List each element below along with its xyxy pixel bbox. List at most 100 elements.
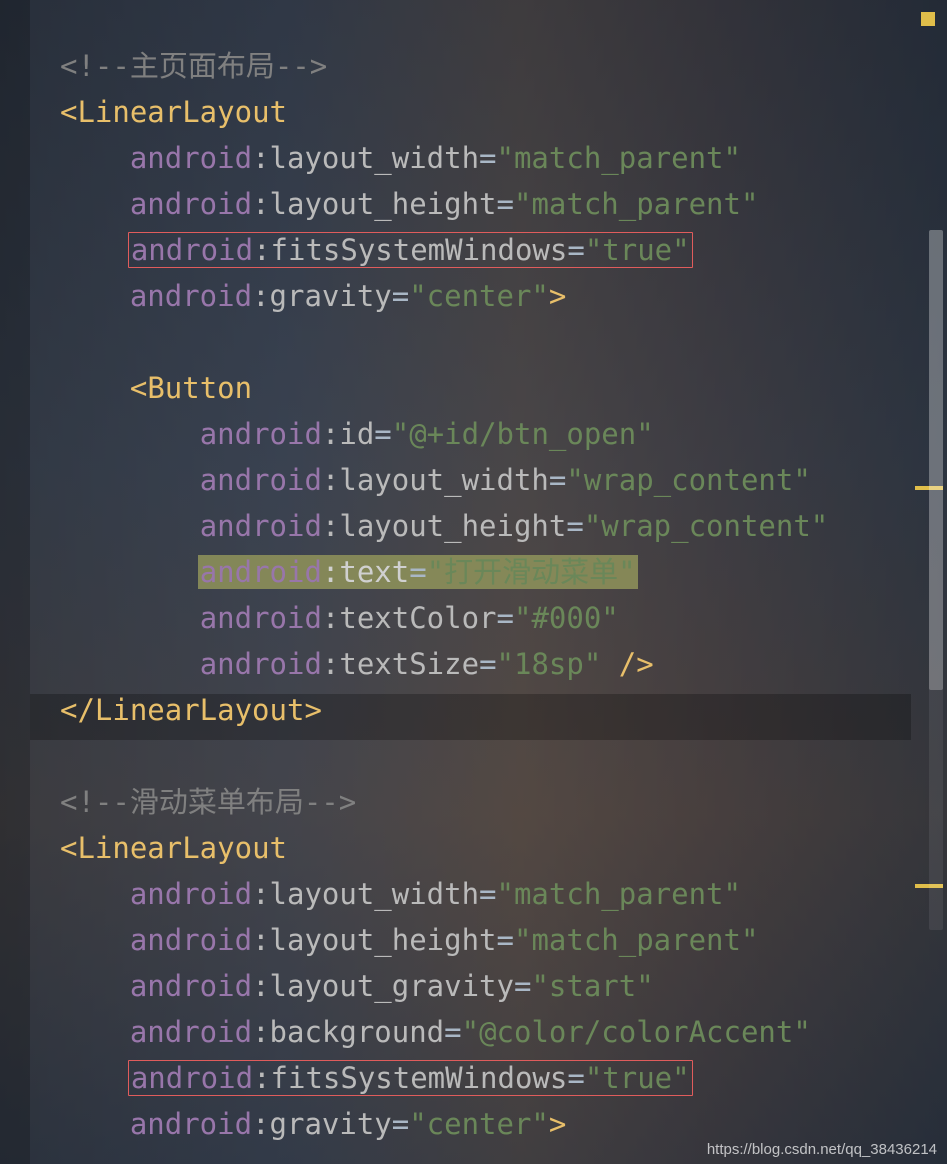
attr-colon: : [322,417,339,451]
attr-value: "center" [409,1107,549,1141]
attr-name: layout_width [339,463,549,497]
attr-colon: : [322,463,339,497]
attr-name: textSize [339,647,479,681]
attr-ns: android [130,969,252,1003]
attr-value: "start" [531,969,653,1003]
attr-name: layout_height [339,509,566,543]
attr-name: textColor [339,601,496,635]
attr-eq: = [374,417,391,451]
attr-name: fitsSystemWindows [271,1061,568,1095]
attr-colon: : [252,1107,269,1141]
highlighted-box: android:fitsSystemWindows="true" [128,232,693,268]
code-block[interactable]: <!--主页面布局--> <LinearLayout android:layou… [60,43,828,1147]
attr-colon: : [253,1061,270,1095]
xml-open-bracket: < [130,371,147,405]
gutter [0,0,30,1164]
attr-colon: : [252,279,269,313]
xml-tag-name: LinearLayout [77,95,287,129]
xml-open-bracket: < [60,95,77,129]
attr-value: "center" [409,279,549,313]
attr-ns: android [200,417,322,451]
attr-eq: = [479,647,496,681]
attr-eq: = [549,463,566,497]
attr-ns: android [200,555,322,589]
attr-value: "match_parent" [497,141,741,175]
attr-colon: : [252,1015,269,1049]
xml-tag-name: LinearLayout [77,831,287,865]
attr-eq: = [444,1015,461,1049]
attr-ns: android [200,601,322,635]
attr-eq: = [497,187,514,221]
attr-ns: android [130,187,252,221]
attr-ns: android [130,1107,252,1141]
xml-comment: <!--滑动菜单布局--> [60,785,356,819]
attr-eq: = [497,601,514,635]
xml-tag-name: LinearLayout [95,693,305,727]
attr-value: "match_parent" [497,877,741,911]
attr-value: "true" [585,233,690,267]
attr-ns: android [200,509,322,543]
xml-comment: <!--主页面布局--> [60,49,327,83]
attr-value: "@color/colorAccent" [462,1015,811,1049]
attr-name: layout_height [270,923,497,957]
attr-name: layout_width [270,877,480,911]
attr-name: gravity [270,279,392,313]
xml-selfclose: /> [619,647,654,681]
scrollbar-thumb[interactable] [929,230,943,690]
attr-eq: = [409,555,426,589]
attr-ns: android [130,923,252,957]
attr-ns: android [130,141,252,175]
xml-close-bracket: > [549,1107,566,1141]
attr-value: "wrap_content" [584,509,828,543]
attr-colon: : [253,233,270,267]
attr-colon: : [252,877,269,911]
attr-colon: : [252,187,269,221]
attr-value: "match_parent" [514,187,758,221]
attr-colon: : [252,923,269,957]
attr-ns: android [130,1015,252,1049]
attr-value: "wrap_content" [566,463,810,497]
attr-eq: = [479,141,496,175]
attr-colon: : [322,555,339,589]
attr-eq: = [566,509,583,543]
attr-colon: : [322,509,339,543]
attr-ns: android [130,279,252,313]
attr-name: text [339,555,409,589]
attr-eq: = [479,877,496,911]
xml-close-bracket: > [549,279,566,313]
attr-name: background [270,1015,445,1049]
minimap-warning-icon[interactable] [921,12,935,26]
attr-name: fitsSystemWindows [271,233,568,267]
attr-name: layout_height [270,187,497,221]
xml-tag-name: Button [147,371,252,405]
watermark-text: https://blog.csdn.net/qq_38436214 [707,1141,937,1158]
selection-highlight: android:text="打开滑动菜单" [198,555,638,589]
xml-open-bracket: < [60,831,77,865]
highlighted-box: android:fitsSystemWindows="true" [128,1060,693,1096]
attr-eq: = [567,233,584,267]
attr-name: id [339,417,374,451]
attr-ns: android [200,647,322,681]
editor-pane: <!--主页面布局--> <LinearLayout android:layou… [0,0,947,1164]
attr-eq: = [392,279,409,313]
attr-name: layout_gravity [270,969,514,1003]
attr-colon: : [322,601,339,635]
attr-ns: android [131,233,253,267]
attr-value: "@+id/btn_open" [392,417,654,451]
attr-name: gravity [270,1107,392,1141]
attr-eq: = [392,1107,409,1141]
attr-value: "#000" [514,601,619,635]
xml-close-prefix: </ [60,693,95,727]
attr-eq: = [514,969,531,1003]
xml-close-bracket: > [304,693,321,727]
attr-value: "打开滑动菜单" [427,555,636,589]
attr-eq: = [567,1061,584,1095]
attr-eq: = [497,923,514,957]
attr-value: "true" [585,1061,690,1095]
attr-colon: : [252,141,269,175]
attr-ns: android [200,463,322,497]
attr-colon: : [322,647,339,681]
attr-value: "18sp" [497,647,602,681]
attr-ns: android [130,877,252,911]
attr-name: layout_width [270,141,480,175]
